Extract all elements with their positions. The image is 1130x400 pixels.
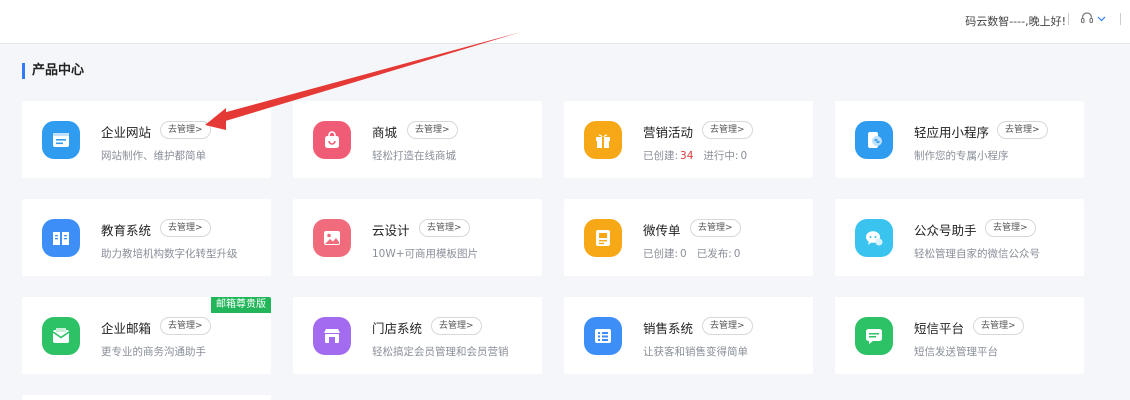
- card-name: 商城: [372, 125, 398, 140]
- product-card-design[interactable]: 云设计 去管理> 10W+可商用模板图片: [293, 199, 542, 276]
- product-card-store[interactable]: 门店系统 去管理> 轻松搞定会员管理和会员营销: [293, 297, 542, 374]
- manage-button[interactable]: 去管理>: [419, 219, 470, 237]
- card-desc: 制作您的专属小程序: [914, 150, 1009, 162]
- gift-icon: [584, 121, 622, 159]
- created-label: 已创建:: [643, 248, 679, 260]
- manage-button[interactable]: 去管理>: [973, 317, 1024, 335]
- product-card-website[interactable]: 企业网站 去管理> 网站制作、维护都简单: [22, 101, 271, 178]
- card-name: 销售系统: [643, 321, 694, 336]
- chevron-down-icon[interactable]: [1097, 14, 1106, 23]
- card-name: 企业网站: [101, 125, 152, 140]
- book-icon: [42, 219, 80, 257]
- product-card-shop[interactable]: 商城 去管理> 轻松打造在线商城: [293, 101, 542, 178]
- created-label: 已创建:: [643, 150, 679, 162]
- card-desc: 轻松管理自家的微信公众号: [914, 248, 1040, 260]
- card-desc: 更专业的商务沟通助手: [101, 346, 206, 358]
- running-label: 进行中:: [703, 150, 739, 162]
- product-card-wechat[interactable]: 公众号助手 去管理> 轻松管理自家的微信公众号: [835, 199, 1084, 276]
- divider: [1120, 13, 1121, 25]
- manage-button[interactable]: 去管理>: [690, 219, 741, 237]
- card-desc: 轻松打造在线商城: [372, 150, 456, 162]
- section-title: 产品中心: [22, 63, 84, 79]
- website-icon: [42, 121, 80, 159]
- manage-button[interactable]: 去管理>: [160, 317, 211, 335]
- card-name: 营销活动: [643, 125, 694, 140]
- card-name: 微传单: [643, 223, 681, 238]
- card-name: 公众号助手: [914, 223, 977, 238]
- card-desc: 短信发送管理平台: [914, 346, 998, 358]
- divider: [1068, 13, 1069, 25]
- premium-badge: 邮箱尊贵版: [211, 297, 271, 313]
- manage-button[interactable]: 去管理>: [431, 317, 482, 335]
- card-name: 企业邮箱: [101, 321, 152, 336]
- product-card-marketing[interactable]: 营销活动 去管理> 已创建: 34 进行中: 0: [564, 101, 813, 178]
- card-desc: 已创建: 34 进行中: 0: [643, 148, 757, 163]
- user-greeting[interactable]: 码云数智----,晚上好!: [965, 13, 1066, 29]
- card-name: 短信平台: [914, 321, 965, 336]
- card-desc: 轻松搞定会员管理和会员营销: [372, 346, 509, 358]
- miniapp-icon: [855, 121, 893, 159]
- image-icon: [313, 219, 351, 257]
- card-name: 云设计: [372, 223, 410, 238]
- wechat-icon: [855, 219, 893, 257]
- published-count: 0: [733, 248, 741, 260]
- card-desc: 让获客和销售变得简单: [643, 346, 748, 358]
- product-card-miniapp[interactable]: 轻应用小程序 去管理> 制作您的专属小程序: [835, 101, 1084, 178]
- product-card-flyer[interactable]: 微传单 去管理> 已创建: 0 已发布: 0: [564, 199, 813, 276]
- product-card-mail[interactable]: 企业邮箱 去管理> 更专业的商务沟通助手 邮箱尊贵版: [22, 297, 271, 374]
- top-bar: 码云数智----,晚上好!: [0, 0, 1130, 44]
- created-count: 34: [680, 150, 694, 162]
- product-card-sms[interactable]: 短信平台 去管理> 短信发送管理平台: [835, 297, 1084, 374]
- published-label: 已发布:: [696, 248, 732, 260]
- sms-icon: [855, 317, 893, 355]
- product-card-partial: [22, 395, 271, 400]
- headset-icon[interactable]: [1080, 11, 1094, 25]
- list-icon: [584, 317, 622, 355]
- card-desc: 已创建: 0 已发布: 0: [643, 246, 750, 261]
- mail-icon: [42, 317, 80, 355]
- card-desc: 10W+可商用模板图片: [372, 248, 479, 260]
- shop-bag-icon: [313, 121, 351, 159]
- running-count: 0: [740, 150, 748, 162]
- manage-button[interactable]: 去管理>: [702, 121, 753, 139]
- manage-button[interactable]: 去管理>: [160, 121, 211, 139]
- product-card-education[interactable]: 教育系统 去管理> 助力教培机构数字化转型升级: [22, 199, 271, 276]
- created-count: 0: [680, 248, 687, 260]
- card-name: 教育系统: [101, 223, 152, 238]
- product-card-sales[interactable]: 销售系统 去管理> 让获客和销售变得简单: [564, 297, 813, 374]
- card-desc: 助力教培机构数字化转型升级: [101, 248, 238, 260]
- manage-button[interactable]: 去管理>: [702, 317, 753, 335]
- manage-button[interactable]: 去管理>: [985, 219, 1036, 237]
- manage-button[interactable]: 去管理>: [160, 219, 211, 237]
- card-name: 轻应用小程序: [914, 125, 990, 140]
- card-desc: 网站制作、维护都简单: [101, 150, 206, 162]
- manage-button[interactable]: 去管理>: [407, 121, 458, 139]
- store-icon: [313, 317, 351, 355]
- manage-button[interactable]: 去管理>: [997, 121, 1048, 139]
- card-name: 门店系统: [372, 321, 423, 336]
- flyer-icon: [584, 219, 622, 257]
